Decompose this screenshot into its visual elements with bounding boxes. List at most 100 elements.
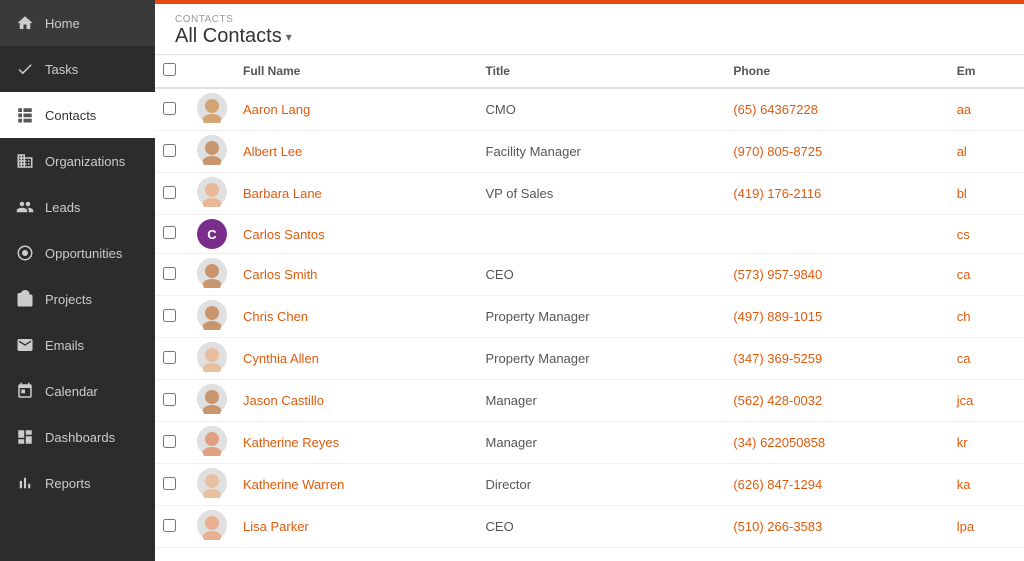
contact-name-link[interactable]: Cynthia Allen — [243, 351, 319, 366]
contact-phone — [723, 215, 946, 254]
contact-email: cs — [947, 215, 1024, 254]
row-select-checkbox[interactable] — [163, 309, 176, 322]
sidebar-item-leads[interactable]: Leads — [0, 184, 155, 230]
contact-phone: (573) 957-9840 — [723, 254, 946, 296]
row-select-checkbox[interactable] — [163, 519, 176, 532]
table-row: Aaron LangCMO(65) 64367228aa — [155, 88, 1024, 131]
sidebar-item-label: Calendar — [45, 384, 98, 399]
row-checkbox-cell — [155, 296, 191, 338]
dropdown-arrow: ▾ — [286, 30, 292, 44]
select-all-header[interactable] — [155, 55, 191, 88]
email-header[interactable]: Em — [947, 55, 1024, 88]
page-title[interactable]: All Contacts ▾ — [175, 25, 1004, 48]
avatar — [197, 384, 227, 414]
reports-icon — [15, 473, 35, 493]
contact-title — [476, 215, 724, 254]
contact-title: Facility Manager — [476, 131, 724, 173]
avatar-cell — [191, 254, 233, 296]
row-select-checkbox[interactable] — [163, 102, 176, 115]
sidebar-item-label: Home — [45, 16, 80, 31]
contact-name-link[interactable]: Lisa Parker — [243, 519, 309, 534]
row-select-checkbox[interactable] — [163, 144, 176, 157]
contact-name-cell: Carlos Smith — [233, 254, 476, 296]
avatar — [197, 510, 227, 540]
row-select-checkbox[interactable] — [163, 267, 176, 280]
contact-name-cell: Lisa Parker — [233, 506, 476, 548]
row-select-checkbox[interactable] — [163, 351, 176, 364]
contact-name-link[interactable]: Albert Lee — [243, 144, 302, 159]
row-checkbox-cell — [155, 254, 191, 296]
contact-name-link[interactable]: Jason Castillo — [243, 393, 324, 408]
contact-name-link[interactable]: Carlos Santos — [243, 227, 325, 242]
contact-email: jca — [947, 380, 1024, 422]
contact-email: kr — [947, 422, 1024, 464]
contact-name-link[interactable]: Carlos Smith — [243, 267, 317, 282]
row-select-checkbox[interactable] — [163, 393, 176, 406]
main-content: CONTACTS All Contacts ▾ Full Name Title … — [155, 0, 1024, 561]
contact-email: ka — [947, 464, 1024, 506]
title-header[interactable]: Title — [476, 55, 724, 88]
sidebar-item-emails[interactable]: Emails — [0, 322, 155, 368]
row-select-checkbox[interactable] — [163, 435, 176, 448]
contact-name-link[interactable]: Katherine Warren — [243, 477, 344, 492]
sidebar-item-dashboards[interactable]: Dashboards — [0, 414, 155, 460]
contact-name-link[interactable]: Katherine Reyes — [243, 435, 339, 450]
contacts-table: Full Name Title Phone Em Aaron LangCMO(6… — [155, 55, 1024, 548]
sidebar-item-reports[interactable]: Reports — [0, 460, 155, 506]
contact-name-cell: Cynthia Allen — [233, 338, 476, 380]
sidebar-item-label: Dashboards — [45, 430, 115, 445]
contact-phone: (65) 64367228 — [723, 88, 946, 131]
contact-title: Manager — [476, 380, 724, 422]
row-select-checkbox[interactable] — [163, 186, 176, 199]
table-row: Lisa ParkerCEO(510) 266-3583lpa — [155, 506, 1024, 548]
contact-title: CEO — [476, 254, 724, 296]
section-label: CONTACTS — [175, 14, 1004, 25]
table-row: Carlos Smith CEO(573) 957-9840ca — [155, 254, 1024, 296]
tasks-icon — [15, 59, 35, 79]
phone-header[interactable]: Phone — [723, 55, 946, 88]
contact-phone: (497) 889-1015 — [723, 296, 946, 338]
avatar — [197, 342, 227, 372]
contact-phone: (970) 805-8725 — [723, 131, 946, 173]
sidebar-item-contacts[interactable]: Contacts — [0, 92, 155, 138]
emails-icon — [15, 335, 35, 355]
table-row: Cynthia AllenProperty Manager(347) 369-5… — [155, 338, 1024, 380]
avatar: C — [197, 219, 227, 249]
contact-name-link[interactable]: Barbara Lane — [243, 186, 322, 201]
sidebar-item-organizations[interactable]: Organizations — [0, 138, 155, 184]
sidebar-item-label: Emails — [45, 338, 84, 353]
table-row: Albert Lee Facility Manager(970) 805-8725… — [155, 131, 1024, 173]
select-all-checkbox[interactable] — [163, 63, 176, 76]
contact-name-cell: Jason Castillo — [233, 380, 476, 422]
row-checkbox-cell — [155, 464, 191, 506]
contact-name-cell: Chris Chen — [233, 296, 476, 338]
calendar-icon — [15, 381, 35, 401]
contact-name-link[interactable]: Chris Chen — [243, 309, 308, 324]
avatar — [197, 300, 227, 330]
contact-title: VP of Sales — [476, 173, 724, 215]
contact-title: Director — [476, 464, 724, 506]
row-checkbox-cell — [155, 422, 191, 464]
sidebar: Home Tasks Contacts Organizations Leads … — [0, 0, 155, 561]
contact-email: ca — [947, 254, 1024, 296]
contact-email: lpa — [947, 506, 1024, 548]
row-checkbox-cell — [155, 506, 191, 548]
sidebar-item-tasks[interactable]: Tasks — [0, 46, 155, 92]
sidebar-item-opportunities[interactable]: Opportunities — [0, 230, 155, 276]
row-select-checkbox[interactable] — [163, 226, 176, 239]
sidebar-item-home[interactable]: Home — [0, 0, 155, 46]
sidebar-item-label: Leads — [45, 200, 80, 215]
contact-name-link[interactable]: Aaron Lang — [243, 102, 310, 117]
contact-phone: (562) 428-0032 — [723, 380, 946, 422]
contact-phone: (419) 176-2116 — [723, 173, 946, 215]
opportunities-icon — [15, 243, 35, 263]
sidebar-item-projects[interactable]: Projects — [0, 276, 155, 322]
contact-email: al — [947, 131, 1024, 173]
row-checkbox-cell — [155, 131, 191, 173]
fullname-header[interactable]: Full Name — [233, 55, 476, 88]
dashboards-icon — [15, 427, 35, 447]
sidebar-item-calendar[interactable]: Calendar — [0, 368, 155, 414]
row-select-checkbox[interactable] — [163, 477, 176, 490]
contact-title: Property Manager — [476, 338, 724, 380]
sidebar-item-label: Organizations — [45, 154, 125, 169]
